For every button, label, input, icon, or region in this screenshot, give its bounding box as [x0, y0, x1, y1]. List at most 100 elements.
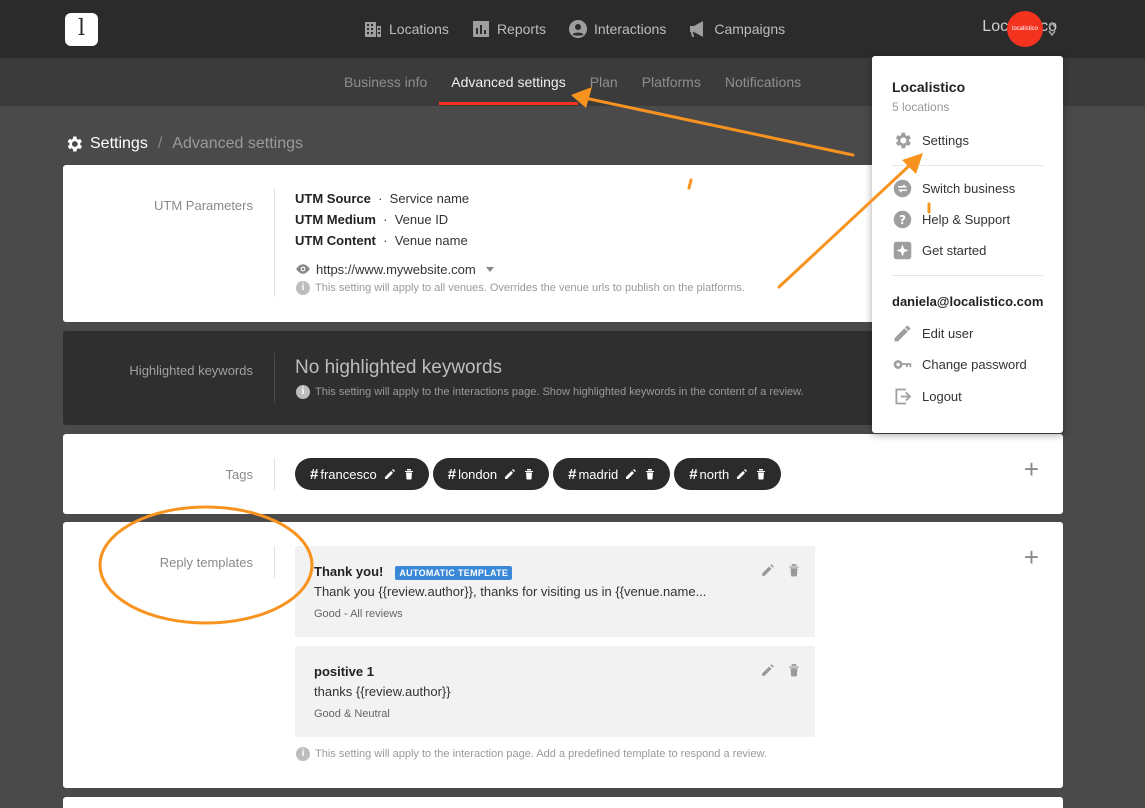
tab-business-info[interactable]: Business info: [344, 74, 427, 105]
avatar[interactable]: localistico: [1007, 11, 1043, 47]
hash-icon: #: [689, 465, 698, 483]
nav-reports[interactable]: Reports: [471, 17, 546, 41]
template-actions: [761, 663, 801, 677]
menu-change-password-label: Change password: [922, 357, 1027, 372]
utm-info-text: This setting will apply to all venues. O…: [315, 282, 745, 294]
key-icon: [893, 360, 912, 369]
tag-label: madrid: [578, 466, 619, 482]
template-title-row: Thank you! AUTOMATIC TEMPLATE: [314, 564, 513, 580]
divider: [274, 458, 275, 490]
chevron-updown-icon[interactable]: [1047, 19, 1057, 39]
info-icon: i: [296, 747, 310, 761]
tag-chip[interactable]: # london: [432, 458, 550, 490]
pencil-icon[interactable]: [736, 468, 748, 480]
tab-advanced-settings[interactable]: Advanced settings: [439, 74, 579, 105]
utm-source-row: UTM Source · Service name: [295, 191, 469, 206]
templates-label: Reply templates: [159, 555, 253, 570]
svg-text:?: ?: [899, 213, 906, 227]
url-selector[interactable]: https://www.mywebsite.com: [295, 261, 495, 277]
templates-info-text: This setting will apply to the interacti…: [315, 748, 767, 760]
top-bar: l Locations Reports Interactions Campaig…: [0, 0, 1145, 58]
pencil-icon[interactable]: [504, 468, 516, 480]
utm-medium-key: UTM Medium: [295, 212, 376, 227]
tab-plan[interactable]: Plan: [590, 74, 618, 105]
menu-logout[interactable]: Logout: [892, 386, 962, 407]
utm-content-row: UTM Content · Venue name: [295, 233, 468, 248]
tag-chip[interactable]: # francesco: [295, 458, 429, 490]
tab-platforms[interactable]: Platforms: [642, 74, 701, 105]
keywords-info-text: This setting will apply to the interacti…: [315, 386, 804, 398]
bar-chart-icon: [472, 21, 489, 37]
pencil-icon[interactable]: [384, 468, 396, 480]
sparkle-icon: [893, 241, 912, 260]
breadcrumb-root[interactable]: Settings: [90, 135, 148, 153]
templates-info: i This setting will apply to the interact…: [296, 747, 767, 761]
menu-switch-business[interactable]: Switch business: [892, 178, 1015, 199]
logo-letter: l: [77, 16, 86, 41]
tags-label: Tags: [225, 467, 253, 482]
breadcrumb: Settings / Advanced settings: [64, 134, 303, 154]
utm-medium-row: UTM Medium · Venue ID: [295, 212, 448, 227]
trash-icon[interactable]: [644, 468, 656, 480]
keywords-info: i This setting will apply to the interact…: [296, 385, 804, 399]
tab-notifications[interactable]: Notifications: [725, 74, 801, 105]
template-meta: Good & Neutral: [314, 708, 390, 720]
template-actions: [761, 563, 801, 577]
business-name: Localistico: [892, 79, 966, 95]
menu-help-support[interactable]: ? Help & Support: [892, 209, 1010, 230]
divider: [274, 189, 275, 297]
trash-icon[interactable]: [523, 468, 535, 480]
nav-interactions[interactable]: Interactions: [568, 17, 666, 41]
reply-templates-card: Reply templates + Thank you! AUTOMATIC TE…: [63, 522, 1063, 788]
switch-icon: [893, 179, 912, 198]
nav-reports-label: Reports: [496, 21, 546, 37]
nav-interactions-label: Interactions: [593, 21, 667, 37]
info-icon: i: [296, 385, 310, 399]
divider: [274, 546, 275, 578]
template-item[interactable]: Thank you! AUTOMATIC TEMPLATE Thank you {…: [295, 546, 815, 637]
megaphone-icon: [690, 21, 704, 37]
trash-icon[interactable]: [787, 563, 801, 577]
template-body: thanks {{review.author}}: [314, 684, 451, 699]
template-title: positive 1: [314, 664, 374, 679]
utm-source-key: UTM Source: [295, 191, 371, 206]
pencil-icon[interactable]: [761, 563, 775, 577]
gear-icon: [895, 132, 911, 149]
tag-label: london: [458, 466, 498, 482]
pencil-icon[interactable]: [625, 468, 637, 480]
menu-logout-label: Logout: [922, 389, 962, 404]
account-dropdown: Localistico 5 locations Settings Switch …: [872, 56, 1063, 433]
utm-source-sep: ·: [378, 191, 383, 206]
utm-medium-value: Venue ID: [394, 212, 449, 227]
keywords-empty-text: No highlighted keywords: [295, 357, 503, 378]
hash-icon: #: [447, 465, 457, 483]
nav-campaigns-label: Campaigns: [714, 21, 786, 37]
tag-chip[interactable]: # north: [674, 458, 782, 490]
menu-edit-user-label: Edit user: [922, 326, 974, 341]
trash-icon[interactable]: [787, 663, 801, 677]
nav-campaigns[interactable]: Campaigns: [688, 17, 785, 41]
help-icon: ?: [893, 210, 912, 229]
pencil-icon[interactable]: [761, 663, 775, 677]
menu-edit-user[interactable]: Edit user: [892, 323, 973, 344]
template-item[interactable]: positive 1 thanks {{review.author}} Good…: [295, 646, 815, 737]
logout-icon: [895, 388, 912, 405]
nav-locations[interactable]: Locations: [363, 17, 449, 41]
trash-icon[interactable]: [403, 468, 415, 480]
add-template-button[interactable]: +: [1024, 542, 1039, 573]
automatic-template-badge: AUTOMATIC TEMPLATE: [395, 566, 513, 580]
tag-label: north: [699, 466, 730, 482]
add-tag-button[interactable]: +: [1024, 454, 1039, 485]
menu-change-password[interactable]: Change password: [892, 354, 1027, 375]
tag-chip[interactable]: # madrid: [553, 458, 671, 490]
app-logo[interactable]: l: [65, 13, 98, 46]
template-body: Thank you {{review.author}}, thanks for …: [314, 584, 707, 599]
trash-icon[interactable]: [755, 468, 767, 480]
menu-settings[interactable]: Settings: [892, 130, 969, 151]
menu-settings-label: Settings: [922, 133, 969, 148]
utm-source-value: Service name: [389, 191, 470, 206]
menu-get-started[interactable]: Get started: [892, 240, 986, 261]
info-icon: i: [296, 281, 310, 295]
building-icon: [365, 22, 381, 37]
utm-info: i This setting will apply to all venues. …: [296, 281, 745, 295]
